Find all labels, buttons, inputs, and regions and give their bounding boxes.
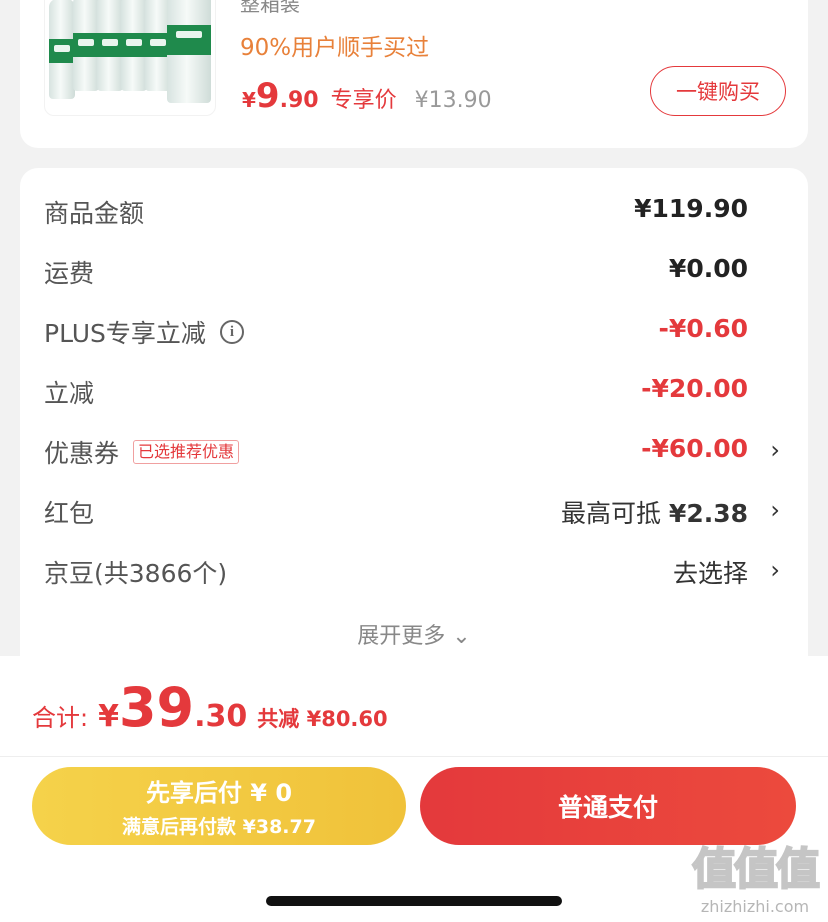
summary-row-plus-discount: PLUS专享立减 i -¥0.60 — [20, 302, 808, 362]
row-value: -¥0.60 — [658, 314, 748, 343]
home-indicator[interactable] — [266, 896, 562, 906]
row-label: 运费 — [44, 259, 95, 288]
watermark-mark: 值值值 — [691, 843, 821, 896]
price-decimal: .90 — [279, 88, 319, 113]
row-label: 京豆(共3866个) — [44, 559, 228, 588]
watermark-site: zhizhizhi.com — [700, 897, 810, 916]
one-click-buy-button[interactable]: 一键购买 — [650, 66, 786, 116]
total-integer: 39 — [118, 676, 195, 739]
chevron-right-icon: › — [770, 436, 780, 464]
bottle-icon — [97, 0, 123, 91]
summary-row-coupon[interactable]: 优惠券 已选推荐优惠 -¥60.00 › — [20, 422, 808, 482]
summary-row-jingdou[interactable]: 京豆(共3866个) 去选择 › — [20, 542, 808, 602]
pay-later-subtitle: 满意后再付款 ¥38.77 — [122, 816, 316, 838]
chevron-right-icon: › — [770, 556, 780, 584]
summary-row-instant-discount: 立减 -¥20.00 — [20, 362, 808, 422]
row-label: PLUS专享立减 — [44, 319, 206, 348]
expand-more-button[interactable]: 展开更多 ⌄ — [20, 618, 808, 650]
row-label-wrap: 优惠券 已选推荐优惠 — [44, 434, 240, 470]
watermark-logo: 值值值 zhizhizhi.com — [691, 833, 821, 916]
row-label: 优惠券 — [44, 439, 120, 468]
row-value: 去选择 — [672, 559, 748, 588]
pay-later-button[interactable]: 先享后付 ¥ 0 满意后再付款 ¥38.77 — [32, 767, 406, 845]
row-label-wrap: PLUS专享立减 i — [44, 314, 244, 350]
total-label: 合计: — [32, 704, 89, 732]
product-price: ¥ 9 .90 专享价 ¥13.90 — [242, 76, 492, 116]
red-packet-prefix: 最高可抵 — [560, 499, 661, 528]
recommended-product-card: 整箱装 90%用户顺手买过 ¥ 9 .90 专享价 ¥13.90 一键购买 — [20, 0, 808, 148]
summary-row-goods-amount: 商品金额 ¥119.90 — [20, 182, 808, 242]
row-value: 最高可抵 ¥2.38 — [561, 494, 748, 530]
price-currency: ¥ — [242, 88, 256, 112]
info-icon[interactable]: i — [219, 320, 244, 344]
total-saved: 共减 ¥80.60 — [257, 707, 388, 731]
product-image[interactable] — [44, 0, 216, 116]
row-label: 红包 — [44, 499, 95, 528]
buyers-note: 90%用户顺手买过 — [240, 35, 430, 61]
order-total: 合计: ¥ 39 .30 共减 ¥80.60 — [32, 676, 388, 739]
row-label: 立减 — [44, 379, 95, 408]
coupon-badge: 已选推荐优惠 — [133, 440, 240, 464]
total-currency: ¥ — [98, 699, 119, 734]
chevron-down-icon: ⌄ — [452, 624, 471, 649]
bottle-icon — [49, 0, 75, 99]
chevron-right-icon: › — [770, 496, 780, 524]
bottle-icon — [121, 0, 147, 91]
row-value: ¥119.90 — [634, 194, 748, 223]
red-packet-amount: ¥2.38 — [668, 499, 748, 528]
package-label: 整箱装 — [240, 0, 300, 16]
price-integer: 9 — [255, 76, 280, 116]
pay-later-title: 先享后付 ¥ 0 — [145, 779, 293, 807]
summary-row-red-packet[interactable]: 红包 最高可抵 ¥2.38 › — [20, 482, 808, 542]
checkout-bar: 合计: ¥ 39 .30 共减 ¥80.60 先享后付 ¥ 0 满意后再付款 ¥… — [0, 656, 828, 922]
row-value: ¥0.00 — [668, 254, 748, 283]
summary-row-shipping: 运费 ¥0.00 — [20, 242, 808, 302]
bottle-icon — [73, 0, 99, 91]
expand-more-label: 展开更多 — [357, 624, 446, 649]
bottle-icon — [167, 0, 211, 103]
original-price: ¥13.90 — [414, 88, 492, 113]
total-decimal: .30 — [194, 699, 248, 734]
price-tag: 专享价 — [330, 88, 397, 113]
divider — [0, 756, 828, 757]
row-value: -¥60.00 — [641, 434, 748, 463]
order-summary-card: 商品金额 ¥119.90 运费 ¥0.00 PLUS专享立减 i -¥0.60 … — [20, 168, 808, 688]
row-value: -¥20.00 — [641, 374, 748, 403]
row-label: 商品金额 — [44, 199, 145, 228]
